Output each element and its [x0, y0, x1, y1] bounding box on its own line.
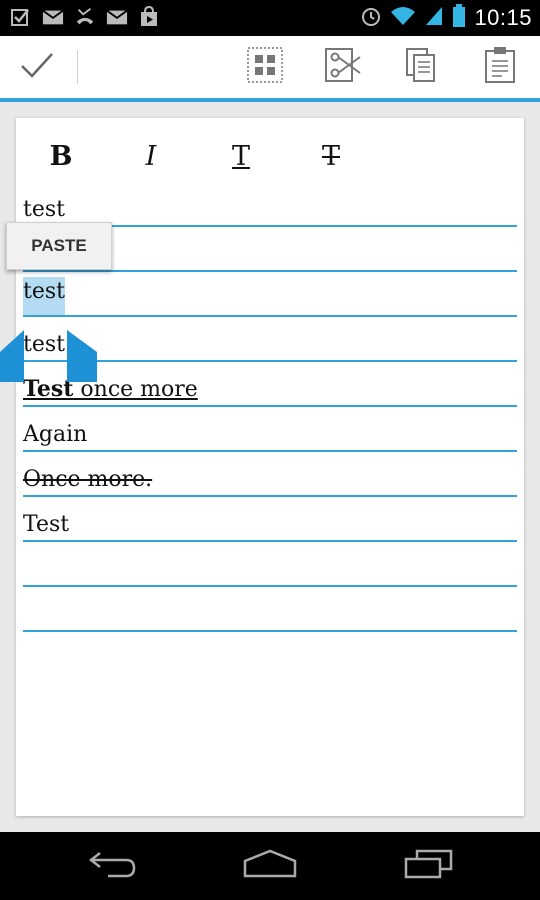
bold-text: Test	[23, 376, 74, 402]
selection-handle-right[interactable]	[67, 330, 97, 386]
italic-button[interactable]: I	[126, 134, 176, 178]
home-icon	[242, 849, 298, 883]
cut-icon	[324, 47, 362, 87]
signal-icon	[424, 5, 444, 31]
editor-line-8[interactable]: Test	[23, 497, 517, 542]
cut-button[interactable]	[318, 42, 368, 92]
home-button[interactable]	[235, 846, 305, 886]
editor-line-9[interactable]	[23, 542, 517, 587]
editor-line-6[interactable]: Again	[23, 407, 517, 452]
select-all-button[interactable]	[240, 42, 290, 92]
system-icons: 10:15	[360, 4, 532, 32]
navigation-bar	[0, 832, 540, 900]
email-icon	[106, 6, 128, 28]
checkmark-icon	[19, 50, 55, 84]
back-icon	[88, 849, 138, 883]
wifi-icon	[390, 5, 416, 31]
action-bar-divider	[77, 50, 78, 84]
strikethrough-text: Once more.	[23, 467, 153, 492]
paste-popup-button[interactable]: PASTE	[6, 222, 112, 270]
editor-line-3[interactable]: test	[23, 272, 517, 317]
recent-apps-button[interactable]	[394, 846, 464, 886]
editor-line-4[interactable]: test	[23, 317, 517, 362]
status-bar: 10:15	[0, 0, 540, 36]
strikethrough-button[interactable]: T	[306, 134, 356, 178]
copy-button[interactable]	[396, 42, 446, 92]
alarm-icon	[360, 5, 382, 31]
line-text-formatted: Test once more	[23, 374, 198, 405]
back-button[interactable]	[78, 846, 148, 886]
recent-apps-icon	[403, 849, 455, 883]
editor-line-5[interactable]: Test once more	[23, 362, 517, 407]
line-text: Test	[23, 512, 70, 537]
copy-icon	[404, 47, 438, 87]
action-bar	[0, 36, 540, 102]
line-text: test	[23, 332, 65, 357]
editor-line-1[interactable]: test	[23, 182, 517, 227]
gmail-icon	[42, 6, 64, 28]
notification-icons	[10, 6, 160, 28]
editor-line-10[interactable]	[23, 587, 517, 632]
battery-icon	[452, 4, 466, 32]
paste-icon	[484, 46, 516, 88]
underline-button[interactable]: T	[216, 134, 266, 178]
checkbox-icon	[10, 6, 32, 28]
editor-line-7[interactable]: Once more.	[23, 452, 517, 497]
line-text: test	[23, 197, 65, 222]
bold-button[interactable]: B	[36, 134, 86, 178]
clock: 10:15	[474, 5, 532, 30]
select-all-icon	[247, 47, 283, 87]
missed-call-icon	[74, 6, 96, 28]
selected-text[interactable]: test	[23, 277, 65, 315]
play-store-icon	[138, 6, 160, 28]
done-button[interactable]	[12, 42, 62, 92]
paste-button[interactable]	[475, 42, 525, 92]
line-text: Again	[23, 422, 88, 447]
selection-handle-left[interactable]	[0, 330, 24, 386]
